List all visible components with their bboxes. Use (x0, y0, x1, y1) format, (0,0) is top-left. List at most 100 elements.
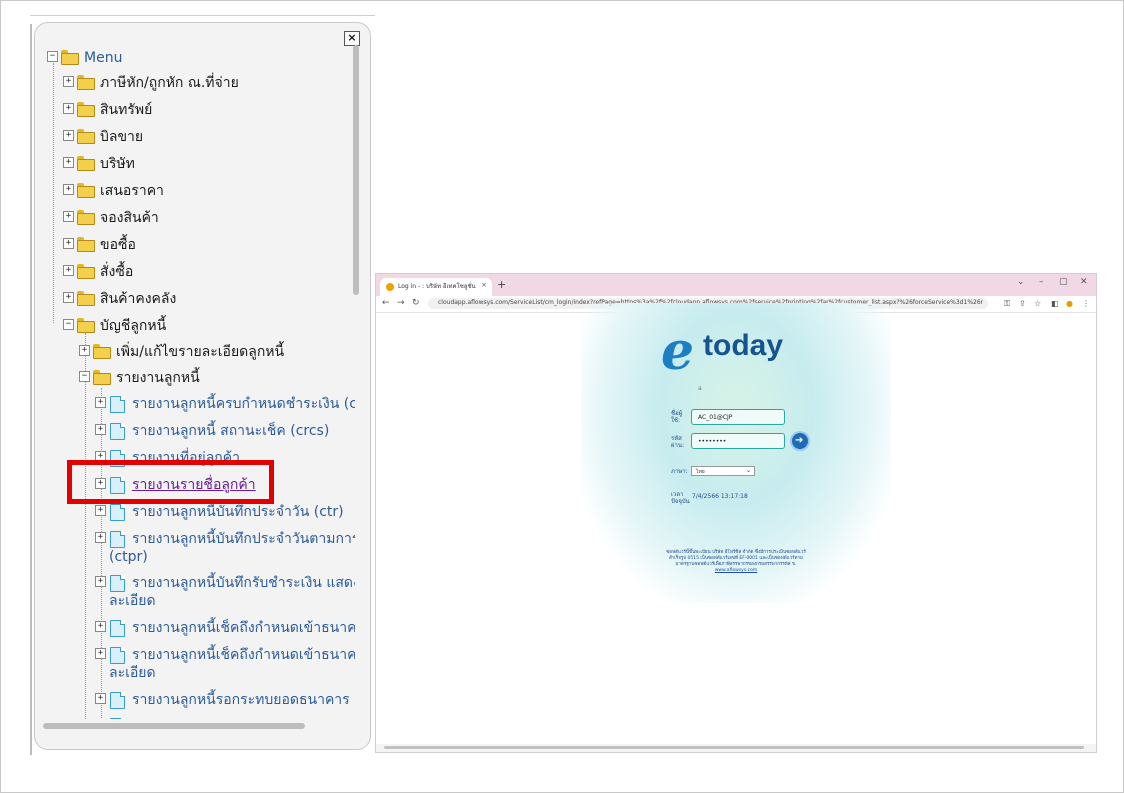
menu-item-label: สินทรัพย์ (100, 102, 153, 118)
menu-root-label: Menu (84, 50, 123, 66)
expand-icon[interactable]: + (95, 505, 106, 516)
report-item-label-continued: ละเอียด (109, 593, 156, 609)
document-icon (110, 575, 125, 592)
folder-icon (77, 264, 95, 279)
logo-caption: a (698, 385, 702, 392)
report-item-label: รายงานลูกหนี้ครบกำหนดชำระเงิน (cda (132, 396, 355, 412)
extension-icon[interactable]: ● (1066, 299, 1073, 308)
etoday-logo-text: today (703, 329, 784, 362)
report-item-label: รายงานลูกหนี้ สถานะเช็ค (crcs) (132, 423, 330, 439)
expand-icon[interactable]: + (95, 693, 106, 704)
language-value: ไทย (696, 469, 705, 475)
key-icon[interactable]: ⚿ (1004, 299, 1010, 309)
forward-icon[interactable]: → (397, 298, 405, 308)
expand-icon[interactable]: + (63, 130, 74, 141)
menu-item-label: บริษัท (100, 156, 135, 172)
expand-icon[interactable]: + (95, 621, 106, 632)
expand-icon[interactable]: + (63, 211, 74, 222)
expand-icon[interactable]: + (95, 397, 106, 408)
collapse-icon[interactable]: − (79, 371, 90, 382)
scrollbar-thumb[interactable] (353, 45, 359, 295)
menu-item-label: เสนอราคา (100, 183, 164, 199)
maximize-button[interactable]: ▢ (1059, 277, 1068, 287)
reload-icon[interactable]: ↻ (412, 298, 420, 308)
collapse-icon[interactable]: − (63, 319, 74, 330)
highlight-box (67, 460, 274, 504)
document-icon (110, 423, 125, 440)
document-icon (110, 718, 125, 719)
more-menu-icon[interactable]: ⋮ (1082, 299, 1090, 308)
expand-icon[interactable]: + (79, 345, 90, 356)
tree-line (85, 333, 86, 719)
expand-icon[interactable]: + (63, 103, 74, 114)
document-icon (110, 504, 125, 521)
tab-title: Log in - : บริษัท อีเทคโซลูชั่น จำกัด (398, 283, 478, 290)
document-icon (110, 620, 125, 637)
password-field[interactable]: •••••••• (691, 433, 785, 449)
tab-bar: Log in - : บริษัท อีเทคโซลูชั่น จำกัด × … (376, 274, 1096, 296)
username-label: ชื่อผู้ใช้: (671, 410, 683, 424)
datetime-label: เวลาปัจจุบัน (671, 491, 690, 505)
collapse-icon[interactable]: − (47, 51, 58, 62)
page-viewport: e today a ชื่อผู้ใช้: AC_01@CJP รหัสผ่าน… (376, 303, 1096, 752)
language-select[interactable]: ไทย ⌄ (691, 466, 755, 476)
datetime-value: 7/4/2566 13:17:18 (692, 493, 748, 500)
footer-link[interactable]: www.aflowsys.com (715, 568, 757, 573)
vertical-scrollbar[interactable] (353, 45, 361, 725)
expand-icon[interactable]: + (63, 238, 74, 249)
menu-item-label: ภาษีหัก/ถูกหัก ณ.ที่จ่าย (100, 75, 239, 91)
back-icon[interactable]: ← (382, 298, 390, 308)
folder-icon (77, 156, 95, 171)
document-icon (110, 531, 125, 548)
expand-icon[interactable]: + (63, 292, 74, 303)
document-icon (110, 692, 125, 709)
login-arrow-button[interactable] (790, 431, 810, 451)
folder-open-icon (77, 318, 95, 333)
sidepanel-icon[interactable]: ◧ (1051, 299, 1059, 308)
bookmark-star-icon[interactable]: ☆ (1034, 299, 1041, 308)
scrollbar-thumb[interactable] (43, 723, 305, 729)
new-tab-button[interactable]: + (497, 279, 506, 290)
report-item-label-continued: ละเอียด (109, 665, 156, 681)
folder-icon (77, 291, 95, 306)
folder-icon (77, 237, 95, 252)
username-field[interactable]: AC_01@CJP (691, 409, 785, 425)
horizontal-scrollbar[interactable] (43, 723, 343, 731)
favicon-icon (386, 283, 394, 291)
submenu-item-label: เพิ่ม/แก้ไขรายละเอียดลูกหนี้ (116, 344, 285, 360)
share-icon[interactable]: ⇪ (1019, 299, 1026, 308)
folder-icon (77, 129, 95, 144)
tab-close-icon[interactable]: × (481, 281, 487, 289)
expand-icon[interactable]: + (63, 184, 74, 195)
expand-icon[interactable]: + (95, 648, 106, 659)
username-value: AC_01@CJP (698, 414, 733, 421)
expand-icon[interactable]: + (95, 532, 106, 543)
report-item-label: รายงานลูกหนี้รอกระทบยอดธนาคาร (132, 692, 350, 708)
expand-icon[interactable]: + (63, 76, 74, 87)
expand-icon[interactable]: + (95, 576, 106, 587)
menu-item-label: สั่งซื้อ (100, 264, 134, 280)
folder-open-icon (93, 370, 111, 385)
etoday-logo-e: e (661, 321, 695, 382)
tab-search-icon[interactable]: ⌄ (1017, 277, 1025, 287)
document-icon (110, 647, 125, 664)
submenu-item-label: รายงานลูกหนี้ (116, 370, 200, 386)
browser-tab[interactable]: Log in - : บริษัท อีเทคโซลูชั่น จำกัด × (380, 278, 492, 296)
scrollbar-thumb[interactable] (384, 746, 1084, 749)
browser-screenshot: Log in - : บริษัท อีเทคโซลูชั่น จำกัด × … (375, 273, 1097, 753)
report-item-label: รายงานลูกหนี้บันทึกรับชำระเงิน แสดงร (132, 575, 355, 591)
minimize-button[interactable]: – (1039, 277, 1044, 287)
menu-item-label: บัญชีลูกหนี้ (100, 318, 167, 334)
expand-icon[interactable]: + (95, 424, 106, 435)
report-item-label: รายงานลูกหนี้บันทึกประจำวัน (ctr) (132, 504, 344, 520)
background-window-edge (30, 15, 32, 755)
tree-line (53, 63, 54, 323)
page-horizontal-scrollbar[interactable] (376, 744, 1096, 752)
window-close-button[interactable]: ✕ (1080, 277, 1088, 287)
menu-item-label: สินค้าคงคลัง (100, 291, 177, 307)
footer-notice: ซอฟต์แวร์นี้ขึ้นทะเบียน บริษัท อีโฟร์ซิส… (666, 550, 806, 567)
folder-icon (77, 102, 95, 117)
expand-icon[interactable]: + (63, 265, 74, 276)
expand-icon[interactable]: + (63, 157, 74, 168)
language-label: ภาษา: (671, 468, 688, 475)
